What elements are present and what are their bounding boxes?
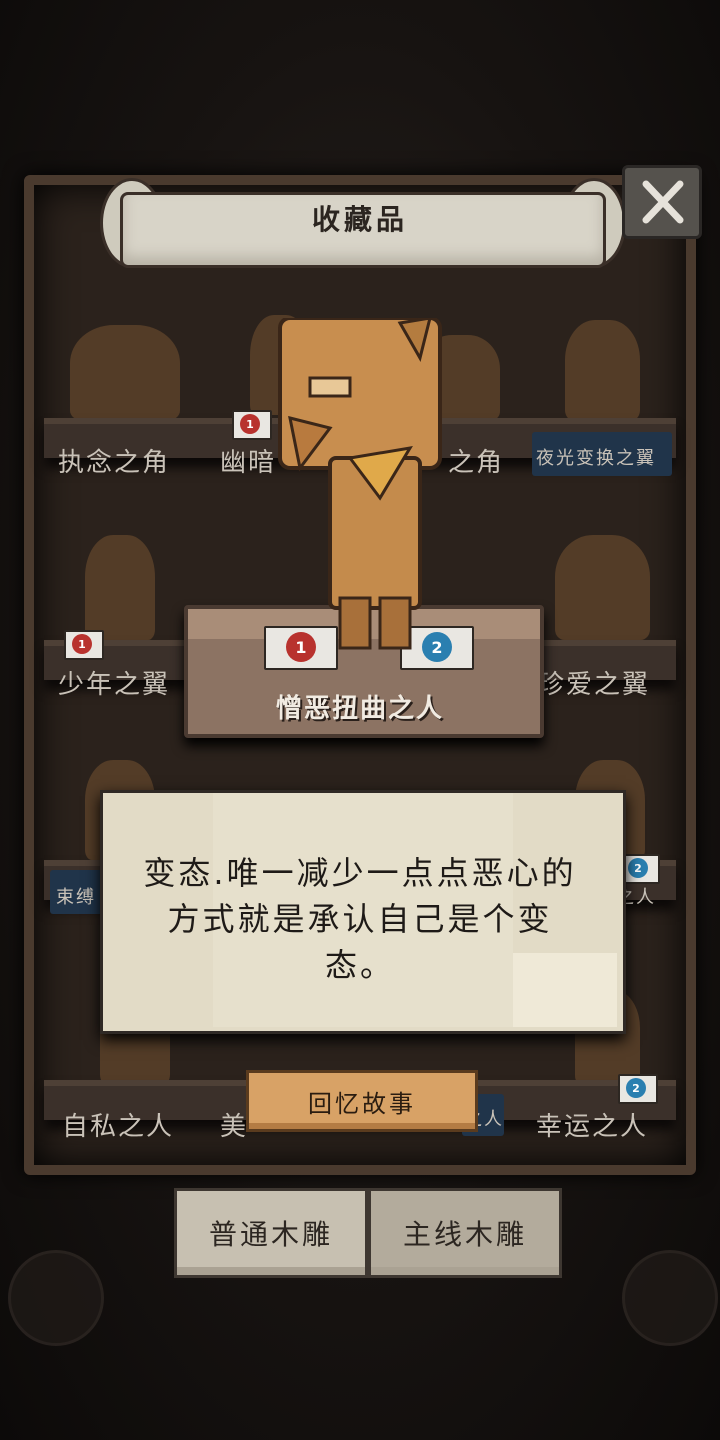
item-label: 幽暗 [220, 448, 277, 478]
card-seal: 1 [240, 414, 260, 434]
statue-6[interactable] [555, 535, 650, 640]
item-label: 幸运之人 [536, 1112, 649, 1142]
card-seal: 2 [628, 858, 648, 878]
item-label: 自私之人 [62, 1112, 175, 1142]
statue-5[interactable] [85, 535, 155, 640]
card-seal: 1 [72, 634, 92, 654]
shelf-card: 2 [620, 854, 660, 884]
close-icon [642, 180, 684, 224]
shelf-card: 1 [64, 630, 104, 660]
item-label: 珍爱之翼 [538, 670, 651, 700]
statue-1[interactable] [70, 325, 180, 420]
featured-statue[interactable] [270, 318, 460, 658]
item-label: 少年之翼 [58, 670, 171, 700]
item-label: 束缚 [56, 887, 96, 908]
item-label: 执念之角 [58, 448, 171, 478]
card-seal: 2 [626, 1078, 646, 1098]
statue-4[interactable] [565, 320, 640, 420]
item-label: 美 [220, 1112, 249, 1142]
recall-story-button[interactable]: 回忆故事 [246, 1070, 478, 1132]
right-corner-button[interactable] [622, 1250, 718, 1346]
page-title: 收藏品 [311, 203, 408, 236]
shelf-card: 1 [232, 410, 272, 440]
left-corner-button[interactable] [8, 1250, 104, 1346]
close-button[interactable] [622, 165, 702, 239]
shelf-card: 2 [618, 1074, 658, 1104]
story-text: 变态.唯一减少一点点恶心的方式就是承认自己是个变态。 [143, 854, 577, 984]
item-label: 夜光变换之翼 [536, 448, 656, 469]
tab-normal-carvings[interactable]: 普通木雕 [174, 1188, 368, 1278]
featured-name: 憎恶扭曲之人 [275, 694, 444, 724]
tab-main-carvings[interactable]: 主线木雕 [368, 1188, 562, 1278]
